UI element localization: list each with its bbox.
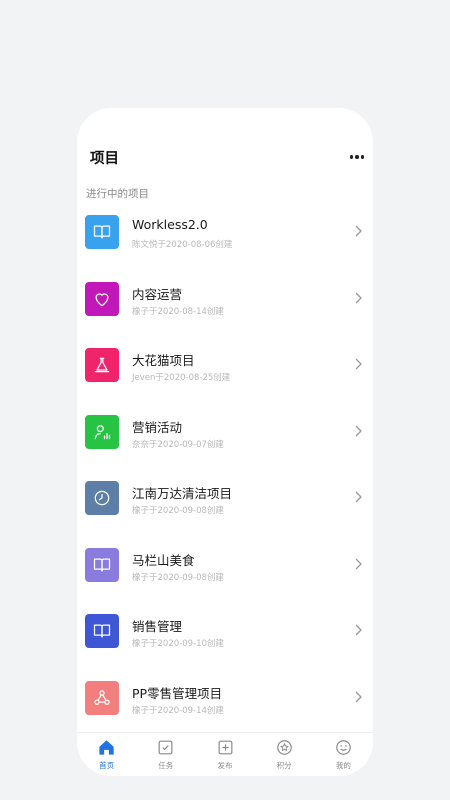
- tab-bar: 首页 任务 发布 积分 我的: [77, 732, 373, 776]
- section-label: 进行中的项目: [86, 188, 149, 200]
- project-meta: Jeven于2020-08-25创建: [132, 373, 231, 383]
- project-meta: 奈奈于2020-09-07创建: [132, 439, 224, 450]
- tab-home[interactable]: 首页: [77, 733, 136, 776]
- project-name: 销售管理: [132, 619, 183, 634]
- project-item[interactable]: 马栏山美食 橡子于2020-09-08创建: [77, 540, 373, 607]
- project-name: 大花猫项目: [132, 353, 195, 368]
- chevron-right-icon: [355, 225, 362, 237]
- add-icon: [216, 738, 235, 757]
- book-icon: [85, 614, 119, 648]
- project-meta: 陈文悦于2020-08-06创建: [132, 240, 233, 250]
- smile-icon: [334, 738, 353, 757]
- project-name: 江南万达清洁项目: [132, 486, 233, 501]
- header: 项目: [77, 144, 373, 170]
- project-item[interactable]: PP零售管理项目 橡子于2020-09-14创建: [77, 673, 373, 740]
- project-name: 营销活动: [132, 419, 183, 435]
- project-meta: 橡子于2020-09-14创建: [132, 705, 224, 716]
- project-meta: 橡子于2020-09-10创建: [132, 639, 224, 649]
- book-icon: [85, 215, 119, 249]
- tab-tasks[interactable]: 任务: [136, 733, 195, 776]
- project-name: 内容运营: [132, 286, 183, 302]
- tab-label: 发布: [217, 761, 233, 770]
- project-item[interactable]: 江南万达清洁项目 橡子于2020-09-08创建: [77, 473, 373, 540]
- tab-label: 我的: [335, 761, 351, 770]
- chevron-right-icon: [355, 558, 362, 569]
- tab-label: 首页: [99, 761, 115, 770]
- user-chart-icon: [85, 414, 119, 449]
- project-name: PP零售管理项目: [132, 685, 223, 701]
- page-title: 项目: [90, 151, 119, 167]
- task-icon: [156, 738, 175, 757]
- tab-publish[interactable]: 发布: [195, 733, 254, 776]
- project-item[interactable]: Workless2.0 陈文悦于2020-08-06创建: [77, 207, 373, 274]
- project-item[interactable]: 营销活动 奈奈于2020-09-07创建: [77, 407, 373, 474]
- project-name: Workless2.0: [132, 217, 208, 232]
- project-meta: 橡子于2020-09-08创建: [132, 506, 224, 516]
- chevron-right-icon: [355, 425, 362, 436]
- network-icon: [85, 680, 119, 715]
- chevron-right-icon: [355, 691, 362, 702]
- tab-label: 任务: [158, 761, 174, 770]
- clock-icon: [85, 481, 119, 515]
- chevron-right-icon: [355, 358, 362, 370]
- project-item[interactable]: 销售管理 橡子于2020-09-10创建: [77, 606, 373, 673]
- flask-icon: [85, 348, 119, 382]
- project-item[interactable]: 大花猫项目 Jeven于2020-08-25创建: [77, 340, 373, 407]
- more-options-icon[interactable]: [349, 150, 364, 164]
- phone-frame: 项目 进行中的项目 Workless2.0 陈文悦于2020-08-06创建 内…: [77, 108, 373, 776]
- heart-icon: [85, 281, 119, 316]
- tab-label: 积分: [276, 761, 292, 770]
- home-icon: [97, 738, 116, 757]
- project-list: Workless2.0 陈文悦于2020-08-06创建 内容运营 橡子于202…: [77, 207, 373, 739]
- chevron-right-icon: [355, 491, 362, 503]
- chevron-right-icon: [355, 624, 362, 636]
- project-meta: 橡子于2020-08-14创建: [132, 306, 224, 317]
- book-icon: [85, 547, 119, 582]
- project-item[interactable]: 内容运营 橡子于2020-08-14创建: [77, 274, 373, 341]
- tab-points[interactable]: 积分: [255, 733, 314, 776]
- chevron-right-icon: [355, 292, 362, 303]
- tab-mine[interactable]: 我的: [314, 733, 373, 776]
- project-meta: 橡子于2020-09-08创建: [132, 572, 224, 583]
- points-icon: [275, 738, 294, 757]
- project-name: 马栏山美食: [132, 552, 195, 568]
